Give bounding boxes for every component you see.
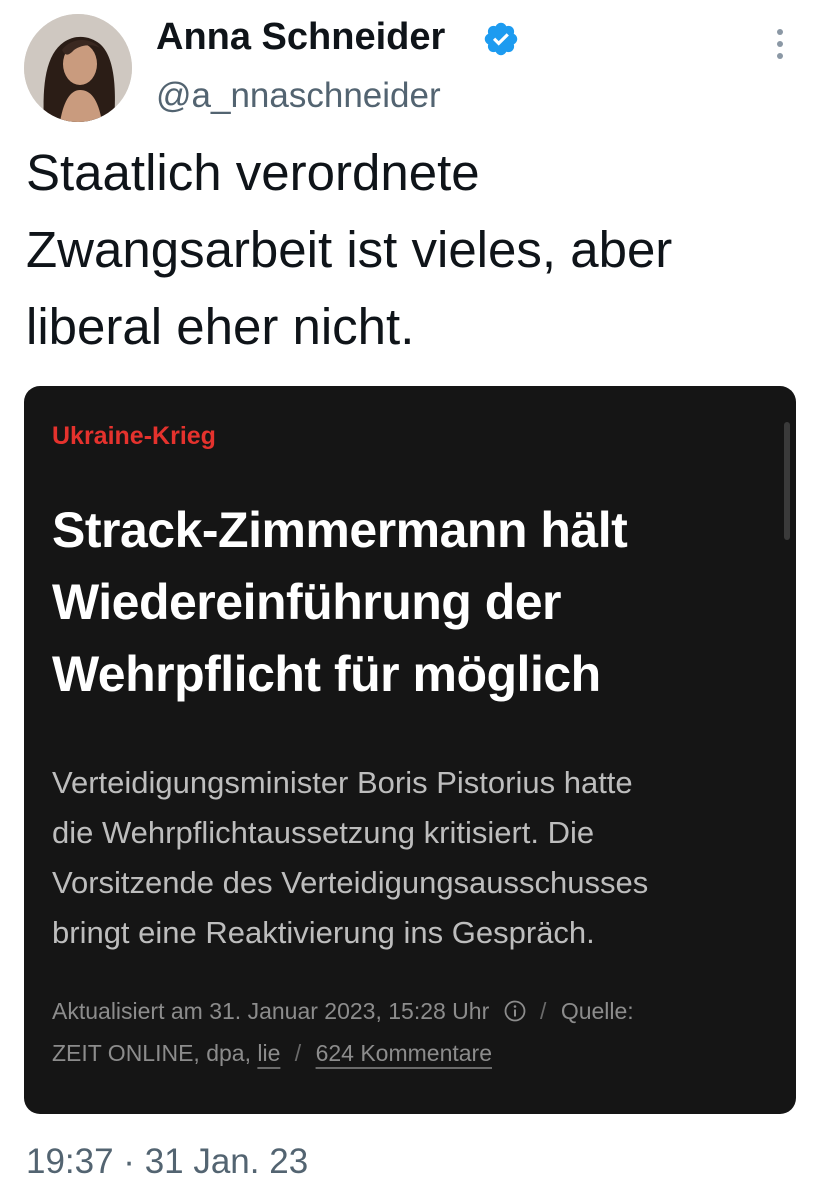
handle[interactable]: @a_nnaschneider bbox=[156, 76, 441, 116]
source-text: ZEIT ONLINE, dpa, bbox=[52, 1040, 251, 1066]
verified-badge-icon bbox=[484, 22, 518, 56]
tweet-timestamp[interactable]: 19:37 · 31 Jan. 23 bbox=[26, 1142, 308, 1182]
scrollbar bbox=[784, 422, 790, 540]
summary-line: bringt eine Reaktivierung ins Gespräch. bbox=[52, 915, 595, 950]
summary-line: die Wehrpflichtaussetzung kritisiert. Di… bbox=[52, 815, 595, 850]
tweet-text-line: Zwangsarbeit ist vieles, aber bbox=[26, 221, 673, 278]
info-icon[interactable] bbox=[504, 1000, 526, 1022]
summary-line: Verteidigungsminister Boris Pistorius ha… bbox=[52, 765, 633, 800]
updated-date: Aktualisiert am 31. Januar 2023, 15:28 U… bbox=[52, 998, 490, 1024]
tweet-text: Staatlich verordnete Zwangsarbeit ist vi… bbox=[26, 134, 796, 365]
avatar[interactable] bbox=[24, 14, 132, 122]
separator: / bbox=[540, 998, 547, 1024]
tweet-text-line: liberal eher nicht. bbox=[26, 298, 415, 355]
article-summary: Verteidigungsminister Boris Pistorius ha… bbox=[52, 758, 772, 958]
more-vertical-icon[interactable] bbox=[770, 26, 790, 62]
tweet: Anna Schneider @a_nnaschneider Staatlich… bbox=[0, 0, 820, 1200]
source-label: Quelle: bbox=[560, 998, 634, 1024]
headline-line: Strack-Zimmermann hält bbox=[52, 502, 628, 558]
article-kicker: Ukraine-Krieg bbox=[52, 422, 216, 450]
article-meta: Aktualisiert am 31. Januar 2023, 15:28 U… bbox=[52, 990, 782, 1074]
article-screenshot-card[interactable]: Ukraine-Krieg Strack-Zimmermann hält Wie… bbox=[24, 386, 796, 1114]
display-name[interactable]: Anna Schneider bbox=[156, 16, 445, 59]
tweet-text-line: Staatlich verordnete bbox=[26, 144, 480, 201]
headline-line: Wehrpflicht für möglich bbox=[52, 646, 601, 702]
separator: / bbox=[294, 1040, 302, 1066]
profile-photo bbox=[24, 14, 132, 122]
comments-link[interactable]: 624 Kommentare bbox=[316, 1040, 492, 1066]
article-headline: Strack-Zimmermann hält Wiedereinführung … bbox=[52, 494, 772, 710]
headline-line: Wiedereinführung der bbox=[52, 574, 562, 630]
summary-line: Vorsitzende des Verteidigungsausschusses bbox=[52, 865, 649, 900]
source-link[interactable]: lie bbox=[257, 1040, 280, 1066]
